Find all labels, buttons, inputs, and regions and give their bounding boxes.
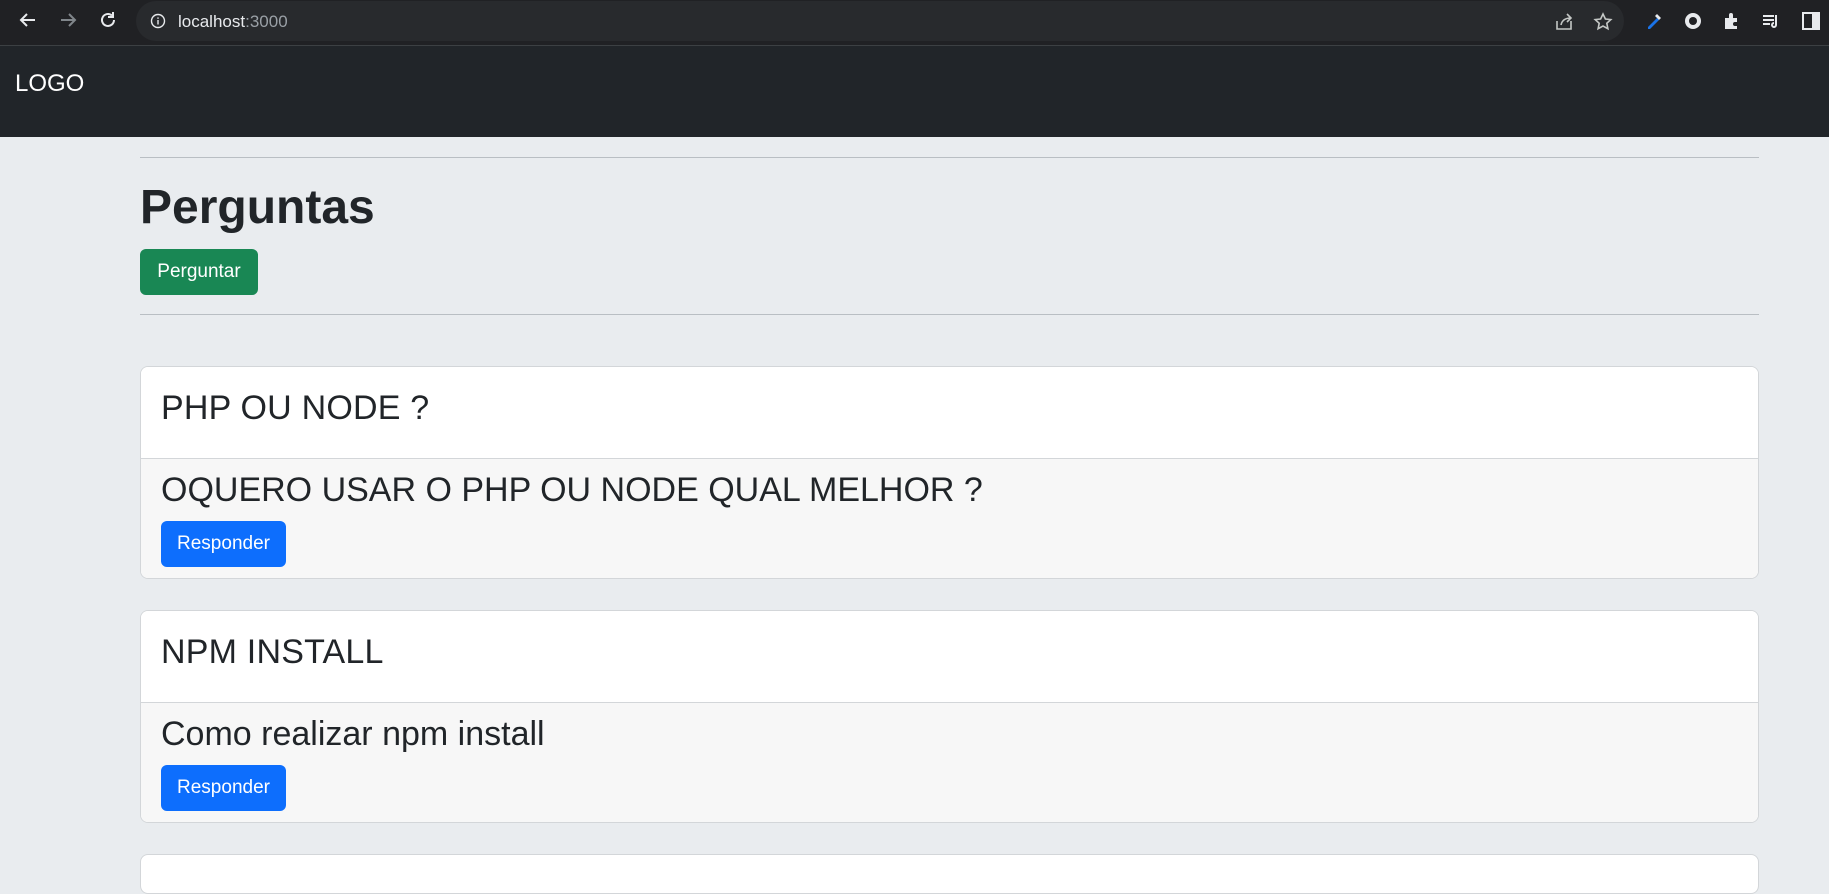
page-title: Perguntas: [140, 181, 375, 234]
bookmark-star-icon[interactable]: [1592, 11, 1614, 33]
logo[interactable]: LOGO: [15, 70, 84, 98]
question-card-body: Como realizar npm install Responder: [141, 703, 1758, 822]
extensions-puzzle-icon[interactable]: [1721, 10, 1743, 32]
question-card: PHP OU NODE ? OQUERO USAR O PHP OU NODE …: [140, 366, 1759, 579]
question-title: PHP OU NODE ?: [161, 389, 430, 427]
reload-button[interactable]: [88, 0, 128, 40]
reply-button[interactable]: Responder: [161, 521, 286, 567]
question-card-body: OQUERO USAR O PHP OU NODE QUAL MELHOR ? …: [141, 459, 1758, 578]
side-panel-icon[interactable]: [1800, 10, 1822, 32]
question-description: Como realizar npm install: [161, 715, 545, 753]
url-text: localhost:3000: [178, 12, 288, 31]
question-title: NPM INSTALL: [161, 633, 384, 671]
address-bar[interactable]: localhost:3000: [136, 1, 1624, 41]
ask-question-button[interactable]: Perguntar: [140, 249, 258, 295]
back-button[interactable]: [8, 0, 48, 40]
media-queue-icon[interactable]: [1760, 10, 1782, 32]
forward-button[interactable]: [48, 0, 88, 40]
extension-circle-icon[interactable]: [1682, 10, 1704, 32]
question-card: NPM INSTALL Como realizar npm install Re…: [140, 610, 1759, 823]
reload-icon: [101, 12, 115, 27]
reply-button[interactable]: Responder: [161, 765, 286, 811]
site-info-icon[interactable]: [150, 13, 166, 29]
back-arrow-icon: [19, 13, 35, 27]
forward-arrow-icon: [61, 13, 77, 27]
browser-toolbar: localhost:3000: [0, 0, 1829, 46]
app-navbar: LOGO: [0, 46, 1829, 137]
question-card-partial: [140, 854, 1759, 894]
question-card-header: NPM INSTALL: [141, 611, 1758, 703]
header-divider: [140, 314, 1759, 315]
top-divider: [140, 157, 1759, 158]
share-icon[interactable]: [1553, 11, 1575, 33]
question-description: OQUERO USAR O PHP OU NODE QUAL MELHOR ?: [161, 471, 983, 509]
color-picker-extension-icon[interactable]: [1643, 10, 1665, 32]
question-card-header: PHP OU NODE ?: [141, 367, 1758, 459]
